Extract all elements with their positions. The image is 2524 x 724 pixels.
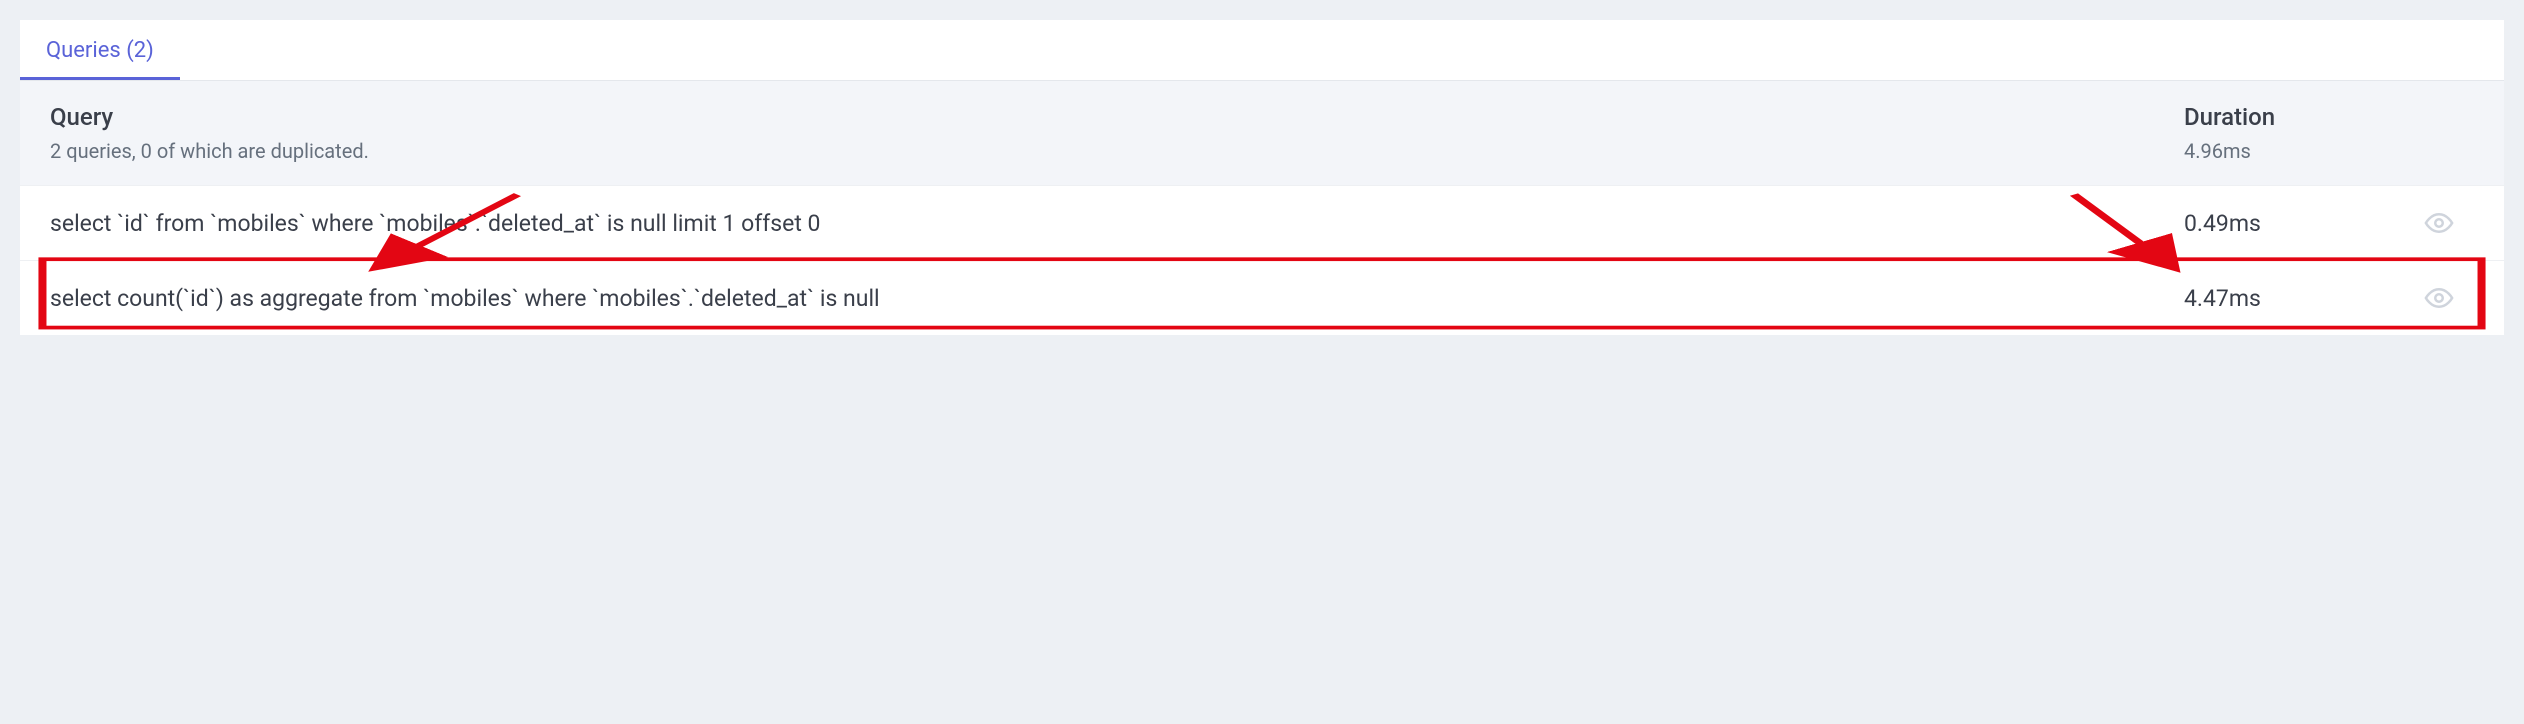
query-summary-text: 2 queries, 0 of which are duplicated. bbox=[50, 139, 2184, 163]
duration-total: 4.96ms bbox=[2184, 139, 2404, 163]
query-sql-text: select `id` from `mobiles` where `mobile… bbox=[50, 210, 2184, 237]
tabs-bar: Queries (2) bbox=[20, 20, 2504, 81]
query-column-title: Query bbox=[50, 103, 2184, 131]
duration-column-title: Duration bbox=[2184, 103, 2404, 131]
col-duration-header: Duration 4.96ms bbox=[2184, 103, 2404, 163]
col-query-header: Query 2 queries, 0 of which are duplicat… bbox=[50, 103, 2184, 163]
queries-header-row: Query 2 queries, 0 of which are duplicat… bbox=[20, 81, 2504, 185]
queries-panel: Queries (2) Query 2 queries, 0 of which … bbox=[20, 20, 2504, 335]
query-row: select `id` from `mobiles` where `mobile… bbox=[20, 185, 2504, 260]
query-duration: 4.47ms bbox=[2184, 285, 2404, 312]
query-duration: 0.49ms bbox=[2184, 210, 2404, 237]
eye-icon[interactable] bbox=[2424, 283, 2454, 313]
tab-queries[interactable]: Queries (2) bbox=[20, 20, 180, 80]
query-sql-text: select count(`id`) as aggregate from `mo… bbox=[50, 285, 2184, 312]
query-row: select count(`id`) as aggregate from `mo… bbox=[20, 260, 2504, 335]
eye-icon[interactable] bbox=[2424, 208, 2454, 238]
